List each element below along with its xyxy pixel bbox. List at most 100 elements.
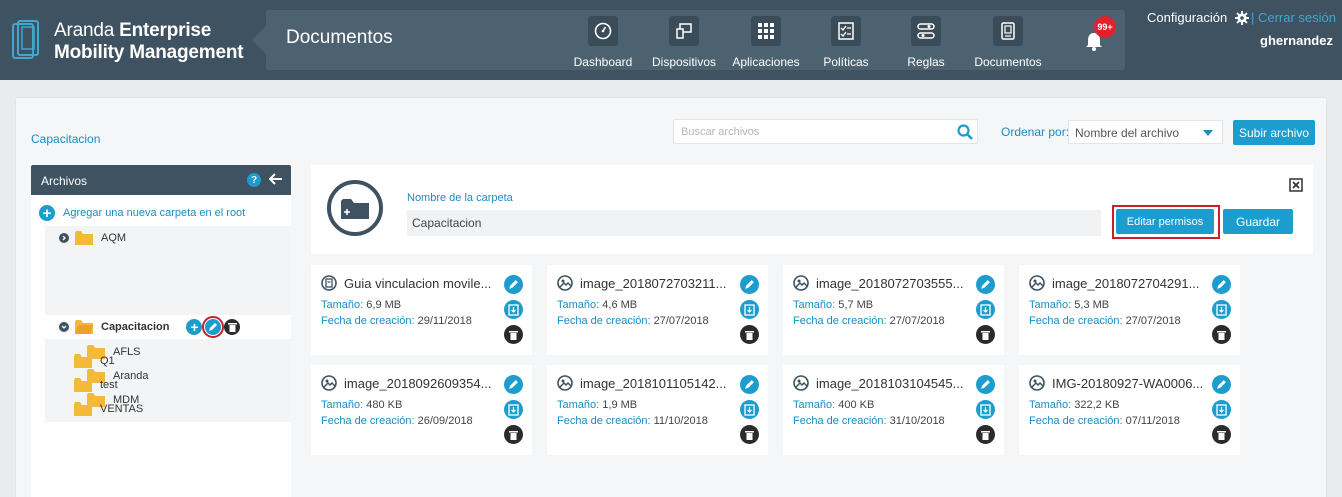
file-date: Fecha de creación: 29/11/2018 (321, 315, 472, 327)
plus-icon: + (39, 205, 55, 221)
edit-pencil-icon[interactable] (976, 375, 995, 394)
file-name: image_2018072703555... (816, 276, 964, 291)
file-card[interactable]: image_2018072704291... Tamaño: 5,3 MB Fe… (1019, 265, 1240, 355)
file-card[interactable]: IMG-20180927-WA0006... Tamaño: 322,2 KB … (1019, 365, 1240, 455)
tree-node-capacitacion[interactable]: Capacitacion + (59, 316, 241, 338)
arrow-left-icon[interactable] (269, 172, 283, 186)
tree-node-aqm[interactable]: AQM (59, 228, 126, 248)
nav-politicas[interactable]: Políticas (814, 10, 878, 70)
trash-icon[interactable] (1212, 425, 1231, 444)
config-link[interactable]: Configuración (1147, 10, 1227, 25)
file-card[interactable]: image_2018072703555... Tamaño: 5,7 MB Fe… (783, 265, 1004, 355)
trash-icon[interactable] (976, 325, 995, 344)
logout-link[interactable]: | Cerrar sesión (1251, 10, 1336, 25)
file-date: Fecha de creación: 27/07/2018 (793, 315, 945, 327)
tree-node-ventas[interactable]: VENTAS (74, 399, 143, 419)
edit-pencil-icon[interactable] (1212, 375, 1231, 394)
tree-node-label: Q1 (100, 355, 115, 367)
save-button[interactable]: Guardar (1223, 209, 1293, 234)
top-header: Aranda Enterprise Mobility Management Do… (0, 0, 1342, 80)
file-card[interactable]: image_2018101105142... Tamaño: 1,9 MB Fe… (547, 365, 768, 455)
add-root-label: Agregar una nueva carpeta en el root (63, 207, 246, 219)
tree-node-label: AFLS (113, 346, 141, 358)
search-box (673, 119, 978, 144)
edit-pencil-icon[interactable] (504, 275, 523, 294)
sort-select[interactable]: Nombre del archivo (1068, 120, 1223, 144)
add-subfolder-icon[interactable]: + (186, 319, 203, 335)
breadcrumb[interactable]: Capacitacion (31, 132, 100, 146)
file-card[interactable]: Guia vinculacion movile... Tamaño: 6,9 M… (311, 265, 532, 355)
download-icon[interactable] (504, 300, 523, 319)
download-icon[interactable] (740, 400, 759, 419)
devices-icon (676, 23, 692, 39)
download-icon[interactable] (504, 400, 523, 419)
trash-icon[interactable] (504, 325, 523, 344)
file-date-value: 26/09/2018 (417, 415, 473, 427)
image-icon (793, 275, 809, 291)
chevron-down-icon[interactable] (59, 322, 69, 332)
trash-icon[interactable] (976, 425, 995, 444)
download-icon[interactable] (976, 400, 995, 419)
file-size: Tamaño: 5,7 MB (793, 299, 873, 311)
nav-reglas[interactable]: Reglas (896, 10, 956, 70)
download-icon[interactable] (1212, 300, 1231, 319)
nav-reglas-label: Reglas (907, 55, 945, 69)
tree-header: Archivos ? (31, 165, 291, 195)
edit-permissions-button[interactable]: Editar permisos (1116, 209, 1214, 234)
file-size-label: Tamaño: (793, 399, 836, 411)
trash-icon[interactable] (504, 425, 523, 444)
file-size: Tamaño: 480 KB (321, 399, 402, 411)
nav-dashboard[interactable]: Dashboard (570, 10, 636, 70)
close-icon[interactable] (1289, 178, 1303, 192)
username: ghernandez (1260, 33, 1333, 48)
add-root-folder[interactable]: + Agregar una nueva carpeta en el root (39, 205, 245, 221)
trash-icon[interactable] (740, 425, 759, 444)
edit-pencil-icon[interactable] (740, 375, 759, 394)
tree-node-test[interactable]: test (74, 375, 118, 395)
upload-file-button[interactable]: Subir archivo (1233, 120, 1315, 145)
search-icon[interactable] (957, 124, 973, 140)
download-icon[interactable] (740, 300, 759, 319)
file-date-label: Fecha de creación: (1029, 315, 1123, 327)
search-input[interactable] (674, 120, 944, 143)
edit-pencil-icon[interactable] (976, 275, 995, 294)
file-date-value: 27/07/2018 (1125, 315, 1181, 327)
file-card[interactable]: image_2018092609354... Tamaño: 480 KB Fe… (311, 365, 532, 455)
gear-icon[interactable] (1235, 11, 1249, 25)
chevron-right-icon[interactable] (59, 233, 69, 243)
nav-aplicaciones[interactable]: Aplicaciones (731, 10, 801, 70)
nav-dispositivos[interactable]: Dispositivos (648, 10, 720, 70)
trash-icon[interactable] (1212, 325, 1231, 344)
file-date-label: Fecha de creación: (1029, 415, 1123, 427)
content-card: Capacitacion Ordenar por: Nombre del arc… (16, 98, 1326, 497)
nav-panel: Documentos Dashboard Dispositivos Aplica… (252, 10, 1125, 70)
file-size-value: 480 KB (366, 399, 403, 411)
download-icon[interactable] (976, 300, 995, 319)
download-icon[interactable] (1212, 400, 1231, 419)
file-date: Fecha de creación: 07/11/2018 (1029, 415, 1180, 427)
nav-dashboard-label: Dashboard (573, 55, 633, 69)
brand-name: Aranda Enterprise Mobility Management (54, 20, 244, 64)
edit-pencil-icon[interactable] (1212, 275, 1231, 294)
edit-pencil-icon[interactable] (202, 316, 225, 338)
edit-pencil-icon[interactable] (504, 375, 523, 394)
brand-bold-1: Enterprise (119, 20, 212, 41)
file-date: Fecha de creación: 31/10/2018 (793, 415, 945, 427)
file-card[interactable]: image_2018072703211... Tamaño: 4,6 MB Fe… (547, 265, 768, 355)
help-icon[interactable]: ? (247, 173, 261, 187)
image-icon (1029, 375, 1045, 391)
file-name: image_2018101105142... (580, 376, 727, 391)
policies-checklist-icon (838, 22, 854, 40)
file-size: Tamaño: 5,3 MB (1029, 299, 1109, 311)
file-size-label: Tamaño: (321, 299, 364, 311)
trash-icon[interactable] (740, 325, 759, 344)
file-size: Tamaño: 1,9 MB (557, 399, 637, 411)
nav-documentos[interactable]: Documentos (972, 10, 1044, 70)
folder-name-input[interactable] (407, 210, 1101, 236)
trash-icon[interactable] (224, 319, 241, 335)
nav-politicas-label: Políticas (823, 55, 869, 69)
file-card[interactable]: image_2018103104545... Tamaño: 400 KB Fe… (783, 365, 1004, 455)
file-size-label: Tamaño: (321, 399, 364, 411)
tree-node-q1[interactable]: Q1 (74, 351, 115, 371)
edit-pencil-icon[interactable] (740, 275, 759, 294)
